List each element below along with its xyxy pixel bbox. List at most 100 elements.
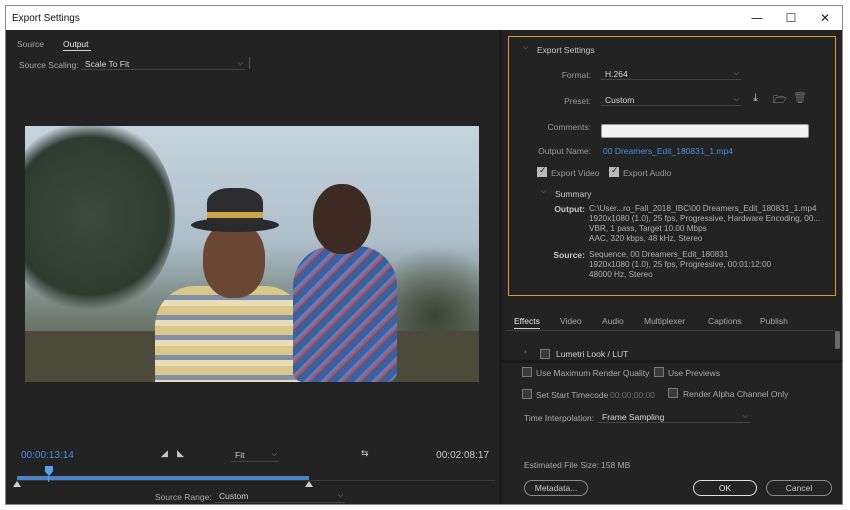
format-label: Format: [561, 70, 591, 80]
summary-output-line: 1920x1080 (1.0), 25 fps, Progressive, Ha… [589, 214, 821, 223]
summary-source-label: Source: [553, 250, 585, 260]
summary-output-line: VBR, 1 pass, Target 10.00 Mbps [589, 224, 707, 233]
tab-captions[interactable]: Captions [708, 316, 742, 326]
zoom-dropdown[interactable]: Fit ⌵ [231, 448, 279, 462]
time-interpolation-label: Time Interpolation: [524, 413, 595, 423]
preview-boy-jacket [293, 246, 397, 382]
start-timecode-checkbox[interactable] [522, 389, 532, 399]
video-preview [25, 126, 479, 382]
chevron-down-icon: ⌵ [733, 69, 739, 77]
time-interpolation-dropdown[interactable]: Frame Sampling ⌵ [598, 410, 750, 423]
effects-scrollbar[interactable] [835, 331, 840, 349]
aspect-ratio-icon[interactable]: ⇆ [361, 449, 369, 459]
export-audio-label: Export Audio [623, 168, 672, 178]
divider [249, 57, 250, 69]
ok-button[interactable]: OK [693, 480, 757, 496]
panel-separator [502, 360, 842, 363]
summary-output-label: Output: [554, 204, 585, 214]
export-video-checkbox[interactable] [537, 166, 547, 177]
work-area-bar[interactable] [17, 476, 309, 480]
start-timecode-label: Set Start Timecode [536, 390, 609, 400]
set-in-point-icon[interactable]: ◢ [161, 449, 168, 459]
summary-source-line: 48000 Hz, Stereo [589, 270, 653, 279]
tab-source[interactable]: Source [17, 39, 44, 49]
preview-boy-head [313, 184, 371, 254]
render-alpha-checkbox[interactable] [668, 388, 678, 398]
summary-source-line: 1920x1080 (1.0), 25 fps, Progressive, 00… [589, 260, 772, 269]
output-name-link[interactable]: 00 Dreamers_Edit_180831_1.mp4 [603, 146, 733, 156]
chevron-right-icon[interactable]: › [524, 348, 527, 356]
chevron-down-icon: ⌵ [271, 450, 277, 458]
tab-publish[interactable]: Publish [760, 316, 788, 326]
source-range-label: Source Range: [155, 492, 212, 502]
source-range-dropdown[interactable]: Custom ⌵ [215, 489, 345, 503]
start-timecode-input[interactable]: 00:00:00:00 [610, 390, 655, 400]
tab-multiplexer[interactable]: Multiplexer [644, 316, 685, 326]
zoom-value: Fit [235, 450, 245, 460]
duration-timecode: 00:02:08:17 [436, 450, 489, 461]
tab-audio[interactable]: Audio [602, 316, 624, 326]
export-settings-window: Export Settings — ☐ ✕ Source Output Sour… [5, 5, 843, 505]
active-tab-underline [514, 328, 540, 329]
source-scaling-dropdown[interactable]: Scale To Fit ⌵ [81, 57, 245, 70]
comments-label: Comments: [547, 122, 591, 132]
tab-effects[interactable]: Effects [514, 316, 540, 326]
source-scaling-value: Scale To Fit [85, 59, 130, 69]
metadata-button[interactable]: Metadata... [524, 480, 588, 496]
format-dropdown[interactable]: H.264 ⌵ [601, 67, 741, 80]
set-out-point-icon[interactable]: ◣ [177, 449, 184, 459]
use-previews-label: Use Previews [668, 368, 720, 378]
max-render-quality-label: Use Maximum Render Quality [536, 368, 650, 378]
cancel-button[interactable]: Cancel [766, 480, 832, 496]
export-audio-checkbox[interactable] [609, 166, 619, 177]
chevron-down-icon: ⌵ [237, 59, 243, 67]
max-render-quality-checkbox[interactable] [522, 367, 532, 377]
format-value: H.264 [605, 69, 628, 79]
download-icon[interactable]: ⤓ [753, 91, 758, 105]
timeline-track[interactable] [17, 480, 495, 481]
chevron-down-icon[interactable]: ⌵ [523, 43, 528, 52]
summary-output-line: C:\User...ro_Fall_2018_IBC\00 Dreamers_E… [589, 204, 817, 213]
preview-hat-band [207, 212, 263, 218]
preview-pane: Source Output Source Scaling: Scale To F… [7, 30, 499, 504]
tabs-divider [506, 330, 836, 331]
source-scaling-label: Source Scaling: [19, 60, 79, 70]
chevron-down-icon: ⌵ [733, 95, 739, 103]
maximize-button[interactable]: ☐ [774, 6, 808, 30]
use-previews-checkbox[interactable] [654, 367, 664, 377]
output-name-label: Output Name: [538, 146, 591, 156]
summary-source-line: Sequence, 00 Dreamers_Edit_180831 [589, 250, 729, 259]
lumetri-label: Lumetri Look / LUT [556, 349, 629, 359]
export-settings-section: ⌵ Export Settings Format: H.264 ⌵ Preset… [508, 36, 836, 296]
chevron-down-icon: ⌵ [337, 491, 343, 499]
range-start-handle[interactable] [13, 481, 21, 487]
close-button[interactable]: ✕ [808, 6, 842, 30]
time-interpolation-value: Frame Sampling [602, 412, 665, 422]
summary-output-line: AAC, 320 kbps, 48 kHz, Stereo [589, 234, 703, 243]
estimated-size-value: 158 MB [601, 460, 631, 470]
playhead-line [48, 476, 49, 482]
estimated-size-label: Estimated File Size: [524, 460, 600, 470]
comments-input[interactable] [601, 124, 809, 138]
active-tab-underline [63, 50, 91, 51]
chevron-down-icon[interactable]: ⌵ [541, 187, 546, 196]
trash-icon[interactable]: 🗑 [793, 91, 807, 104]
range-end-handle[interactable] [305, 481, 313, 487]
settings-pane: ⌵ Export Settings Format: H.264 ⌵ Preset… [502, 30, 842, 504]
minimize-button[interactable]: — [740, 6, 774, 30]
lumetri-checkbox[interactable] [540, 349, 550, 359]
render-alpha-label: Render Alpha Channel Only [683, 389, 789, 399]
import-folder-icon[interactable]: 🗁 [773, 91, 787, 110]
preview-man-head [203, 222, 265, 298]
tab-output[interactable]: Output [63, 39, 89, 49]
current-timecode[interactable]: 00:00:13:14 [21, 450, 74, 461]
tab-video[interactable]: Video [560, 316, 582, 326]
export-settings-heading: Export Settings [537, 45, 595, 55]
lumetri-look-row[interactable]: › Lumetri Look / LUT [514, 348, 834, 360]
export-video-label: Export Video [551, 168, 600, 178]
preview-man-shirt [155, 286, 305, 382]
chevron-down-icon: ⌵ [742, 412, 748, 420]
playhead-icon[interactable] [45, 466, 53, 476]
preset-dropdown[interactable]: Custom ⌵ [601, 93, 741, 106]
preset-label: Preset: [564, 96, 591, 106]
